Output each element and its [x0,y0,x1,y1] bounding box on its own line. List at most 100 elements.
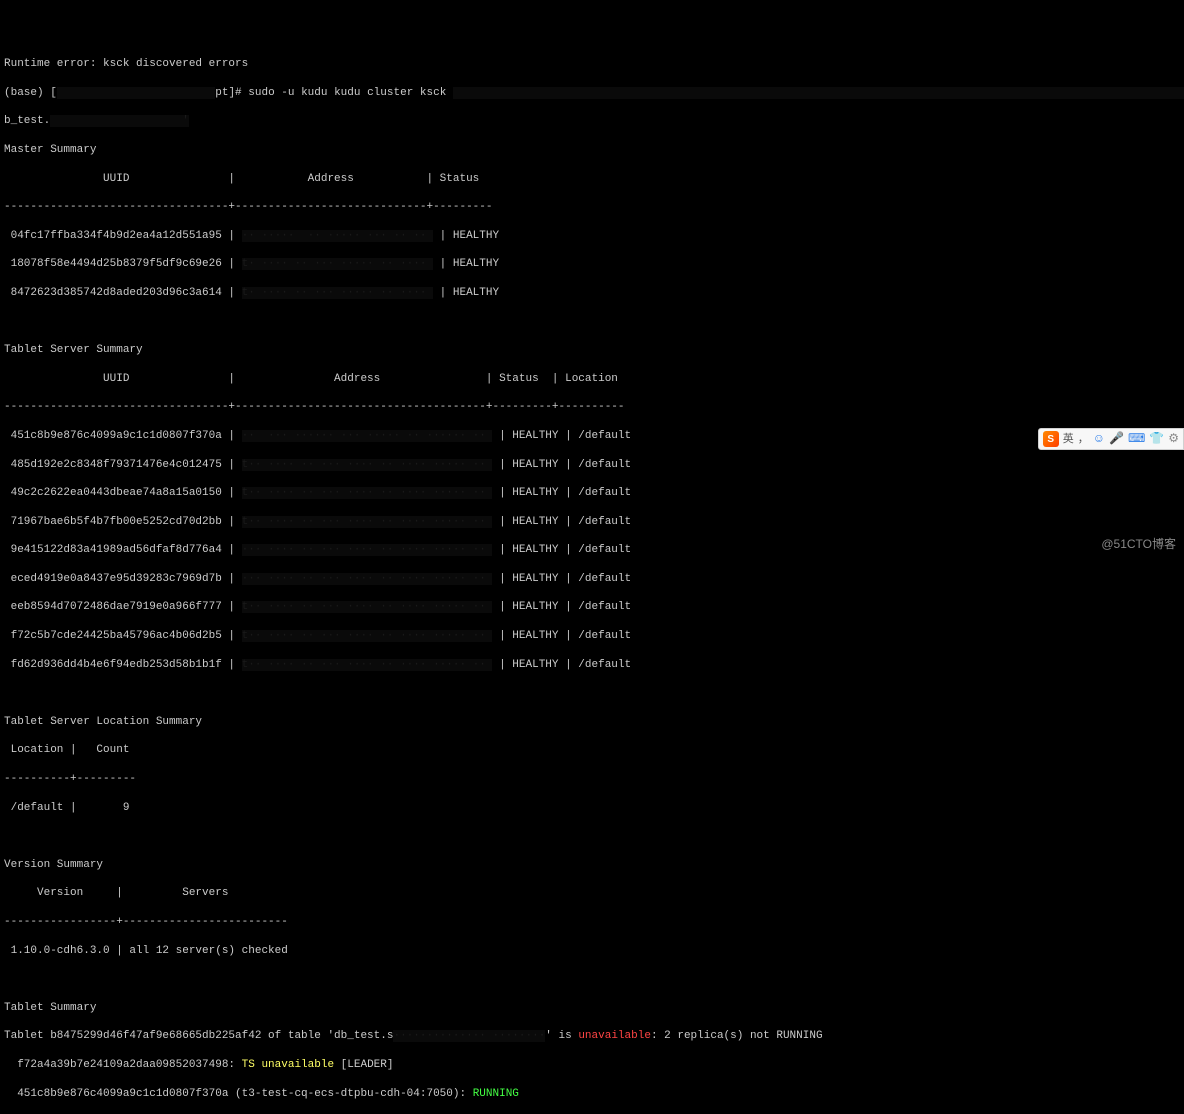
blank-line [4,686,1180,700]
version-header: Version | Servers [4,886,1180,900]
table-row: 451c8b9e876c4099a9c1c1d0807f370a | ·· ··… [4,429,1180,443]
redacted-text: t·· ···· ·· ··· ···· ·· ···· ····· ·· [242,630,493,642]
location-summary-title: Tablet Server Location Summary [4,715,1180,729]
redacted-text: ·· ····· ·· ····· ··· ·· ·· [242,230,433,242]
smile-icon[interactable]: ☺ [1093,431,1105,447]
prompt-prefix: (base) [ [4,87,57,99]
divider: ----------------------------------+-----… [4,400,1180,414]
status-cell: | HEALTHY | /default [492,544,631,556]
table-row: 18078f58e4494d25b8379f5df9c69e26 | t· ··… [4,257,1180,271]
status-cell: | HEALTHY [433,258,499,270]
master-summary-title: Master Summary [4,143,1180,157]
status-cell: | HEALTHY | /default [492,459,631,471]
tablet-text: ' is [545,1030,578,1042]
redacted-text: ·· ··· ······ ··· ····· ·· ······ ·· [242,430,493,442]
status-cell: | HEALTHY | /default [492,601,631,613]
uuid-cell: 18078f58e4494d25b8379f5df9c69e26 | [4,258,242,270]
replica-id: 451c8b9e876c4099a9c1c1d0807f370a (t3-tes… [4,1088,473,1100]
table-row: 8472623d385742d8aded203d96c3a614 | t· ··… [4,286,1180,300]
uuid-cell: 485d192e2c8348f79371476e4c012475 | [4,459,242,471]
uuid-cell: 04fc17ffba334f4b9d2ea4a12d551a95 | [4,230,242,242]
status-cell: | HEALTHY | /default [492,659,631,671]
uuid-cell: eced4919e0a8437e95d39283c7969d7b | [4,573,242,585]
tablet-text: : 2 replica(s) not RUNNING [651,1030,823,1042]
redacted-text [57,87,215,99]
prompt-line-2: b_test. ' [4,114,1180,128]
status-cell: | HEALTHY [433,230,499,242]
command-text[interactable]: b_test. [4,115,50,127]
replica-line: 451c8b9e876c4099a9c1c1d0807f370a (t3-tes… [4,1087,1180,1101]
gear-icon[interactable]: ⚙ [1168,431,1179,447]
blank-line [4,829,1180,843]
table-row: 485d192e2c8348f79371476e4c012475 | t·· ·… [4,458,1180,472]
table-row: 1.10.0-cdh6.3.0 | all 12 server(s) check… [4,944,1180,958]
redacted-text: ·············· ········ [393,1030,545,1042]
divider: ----------------------------------+-----… [4,200,1180,214]
table-row: fd62d936dd4b4e6f94edb253d58b1b1f | t·· ·… [4,658,1180,672]
divider: ----------+--------- [4,772,1180,786]
uuid-cell: eeb8594d7072486dae7919e0a966f777 | [4,601,242,613]
table-row: 04fc17ffba334f4b9d2ea4a12d551a95 | ·· ··… [4,229,1180,243]
status-cell: | HEALTHY | /default [492,516,631,528]
replica-id: f72a4a39b7e24109a2daa09852037498: [4,1059,242,1071]
table-row: eeb8594d7072486dae7919e0a966f777 | t·· ·… [4,600,1180,614]
master-header: UUID | Address | Status [4,172,1180,186]
redacted-text: t·· ···· ·· ··· ···· ·· ···· ····· ·· [242,601,493,613]
table-row: eced4919e0a8437e95d39283c7969d7b | ··· ·… [4,572,1180,586]
uuid-cell: f72c5b7cde24425ba45796ac4b06d2b5 | [4,630,242,642]
watermark-text: @51CTO博客 [1101,537,1176,553]
redacted-text [453,87,1184,99]
status-cell: | HEALTHY | /default [492,487,631,499]
redacted-text: t·· ···· ·· ··· ···· ·· ···· ····· ·· [242,659,493,671]
redacted-text: t· ···· ·· ··· ····· ·· ···· [242,258,433,270]
uuid-cell: 71967bae6b5f4b7fb00e5252cd70d2bb | [4,516,242,528]
status-cell: | HEALTHY | /default [492,630,631,642]
redacted-text: ··· ···· ·· ··· ···· ·· ···· ····· ·· [242,573,493,585]
running-status: RUNNING [473,1088,519,1100]
table-row: 9e415122d83a41989ad56dfaf8d776a4 | ··· ·… [4,543,1180,557]
uuid-cell: 9e415122d83a41989ad56dfaf8d776a4 | [4,544,242,556]
ime-lang-button[interactable]: 英 [1063,432,1074,446]
redacted-text: t·· ···· ·· ··· ···· ·· ···· ····· ·· [242,487,493,499]
divider: -----------------+----------------------… [4,915,1180,929]
redacted-text: t·· ···· ·· ··· ···· ·· ···· ····· ·· [242,516,493,528]
redacted-text: ' [50,115,189,127]
tablet-summary-title: Tablet Summary [4,1001,1180,1015]
prompt-line-1: (base) [ pt]# sudo -u kudu kudu cluster … [4,86,1180,100]
table-row: 71967bae6b5f4b7fb00e5252cd70d2bb | t·· ·… [4,515,1180,529]
uuid-cell: 451c8b9e876c4099a9c1c1d0807f370a | [4,430,242,442]
leader-tag: [LEADER] [334,1059,393,1071]
status-cell: | HEALTHY [433,287,499,299]
location-header: Location | Count [4,743,1180,757]
ime-punct-button[interactable]: ， [1078,432,1089,446]
replica-line: f72a4a39b7e24109a2daa09852037498: TS una… [4,1058,1180,1072]
blank-line [4,972,1180,986]
status-cell: | HEALTHY | /default [492,430,631,442]
uuid-cell: 49c2c2622ea0443dbeae74a8a15a0150 | [4,487,242,499]
tserver-summary-title: Tablet Server Summary [4,343,1180,357]
uuid-cell: 8472623d385742d8aded203d96c3a614 | [4,287,242,299]
prompt-suffix: pt]# [215,87,248,99]
version-summary-title: Version Summary [4,858,1180,872]
redacted-text: t·· ···· ·· ··· ···· ·· ···· ····· ·· [242,459,493,471]
tablet-status-line: Tablet b8475299d46f47af9e68665db225af42 … [4,1029,1180,1043]
uuid-cell: fd62d936dd4b4e6f94edb253d58b1b1f | [4,659,242,671]
mic-icon[interactable]: 🎤 [1109,431,1124,447]
table-row: 49c2c2622ea0443dbeae74a8a15a0150 | t·· ·… [4,486,1180,500]
status-cell: | HEALTHY | /default [492,573,631,585]
runtime-error-line: Runtime error: ksck discovered errors [4,57,1180,71]
table-row: /default | 9 [4,801,1180,815]
tablet-text: Tablet b8475299d46f47af9e68665db225af42 … [4,1030,393,1042]
redacted-text: ··· ···· ·· ··· ···· ·· ···· ····· ·· [242,544,493,556]
tserver-header: UUID | Address | Status | Location [4,372,1180,386]
skin-icon[interactable]: 👕 [1149,431,1164,447]
blank-line [4,315,1180,329]
redacted-text: t· ···· ·· ··· ····· ·· ···· [242,287,433,299]
keyboard-icon[interactable]: ⌨ [1128,431,1145,447]
unavailable-status: unavailable [578,1030,651,1042]
ime-logo-icon[interactable]: S [1043,431,1059,447]
ime-toolbar[interactable]: S 英 ， ☺ 🎤 ⌨ 👕 ⚙ [1038,428,1184,450]
ts-unavailable-status: TS unavailable [242,1059,334,1071]
command-text[interactable]: sudo -u kudu kudu cluster ksck [248,87,453,99]
table-row: f72c5b7cde24425ba45796ac4b06d2b5 | t·· ·… [4,629,1180,643]
